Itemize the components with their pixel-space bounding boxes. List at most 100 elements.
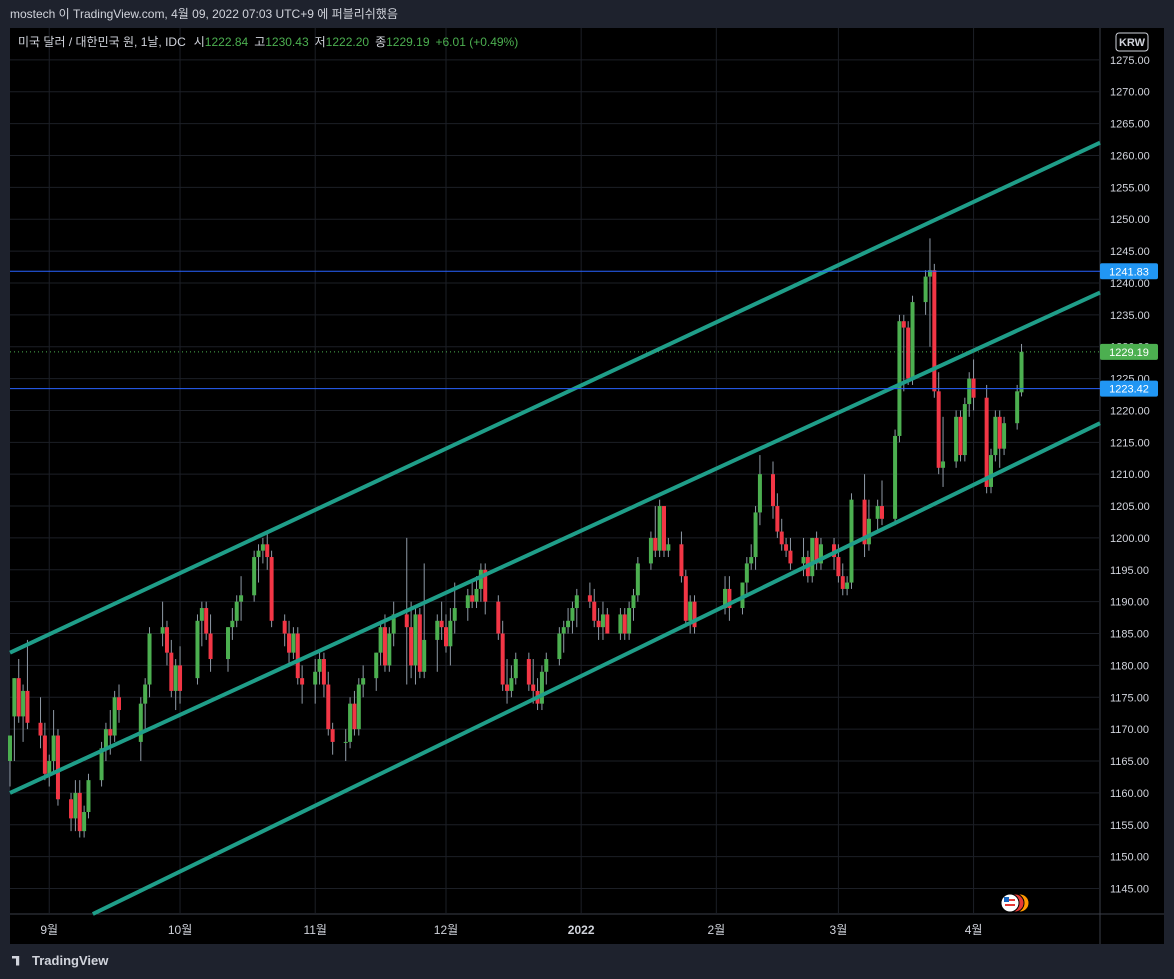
y-tick-label: 1205.00: [1110, 501, 1150, 513]
candle-up: [1002, 423, 1007, 449]
candle-up: [557, 633, 562, 660]
candle-up: [757, 474, 762, 513]
candle-down: [653, 537, 658, 551]
x-tick-label: 11월: [303, 923, 327, 937]
x-tick-label: 9월: [40, 923, 58, 937]
candle-up: [435, 620, 440, 640]
candle-up: [252, 557, 257, 596]
flag-icon[interactable]: [1000, 893, 1030, 913]
candle-up: [993, 416, 998, 456]
chart-area[interactable]: 1145.00 1150.00 1155.00 1160.00 1165.00 1170.…: [0, 28, 1174, 944]
legend-close-label: 종: [375, 35, 386, 49]
currency-badge[interactable]: KRW: [1115, 32, 1149, 52]
last-price-text: 1229.19: [1109, 347, 1149, 359]
candle-up: [810, 537, 815, 577]
candle-down: [984, 397, 989, 487]
candle-up: [570, 608, 575, 621]
legend-open-value: 1222.84: [205, 35, 249, 49]
y-tick-label: 1150.00: [1110, 852, 1149, 864]
price-label-text: 1223.42: [1109, 384, 1149, 396]
candle-up: [256, 550, 261, 558]
y-tick-label: 1145.00: [1110, 884, 1149, 896]
tradingview-logo[interactable]: TradingView: [12, 953, 108, 968]
candle-up: [513, 659, 518, 679]
candle-up: [910, 302, 915, 379]
candle-down: [439, 620, 444, 628]
y-tick-label: 1245.00: [1110, 246, 1150, 258]
candle-up: [112, 697, 117, 736]
y-tick-label: 1250.00: [1110, 214, 1150, 226]
candle-down: [496, 601, 501, 634]
candle-up: [234, 601, 239, 621]
candle-up: [962, 404, 967, 456]
candle-up: [452, 608, 457, 621]
x-tick-label: 2022: [568, 923, 595, 937]
candle-up: [138, 703, 143, 742]
candle-down: [971, 378, 976, 398]
candle-down: [592, 601, 597, 621]
candle-down: [683, 576, 688, 621]
top-bar: mostech 이 TradingView.com, 4월 09, 2022 0…: [0, 0, 1174, 28]
candle-up: [348, 703, 353, 742]
candle-up: [474, 588, 479, 602]
candle-down: [321, 659, 326, 685]
candle-up: [509, 678, 514, 691]
tradingview-logo-icon: [12, 955, 20, 966]
currency-badge-label: KRW: [1119, 37, 1146, 49]
candle-up: [378, 627, 383, 653]
candle-up: [317, 659, 322, 672]
candle-up: [967, 378, 972, 405]
candle-up: [260, 544, 265, 551]
legend-change: +6.01 (+0.49%): [436, 35, 519, 49]
candle-down: [784, 544, 789, 551]
legend-high-value: 1230.43: [265, 35, 309, 49]
candle-down: [25, 690, 30, 723]
candle-up: [448, 620, 453, 647]
candle-up: [199, 608, 204, 621]
candle-up: [291, 633, 296, 653]
candle-down: [526, 659, 531, 685]
candle-up: [413, 614, 418, 666]
price-chart[interactable]: 1145.00 1150.00 1155.00 1160.00 1165.00 1170.…: [0, 28, 1174, 944]
candle-up: [627, 608, 632, 634]
y-tick-label: 1265.00: [1110, 119, 1150, 131]
candle-down: [587, 595, 592, 602]
candle-up: [51, 735, 56, 762]
y-tick-label: 1170.00: [1110, 724, 1149, 736]
y-tick-label: 1190.00: [1110, 597, 1149, 609]
candle-up: [635, 563, 640, 596]
candle-up: [73, 792, 78, 819]
candle-up: [801, 557, 806, 564]
y-tick-label: 1240.00: [1110, 278, 1150, 290]
y-tick-label: 1260.00: [1110, 150, 1150, 162]
tradingview-brand: TradingView: [32, 953, 109, 968]
plot-background: [10, 28, 1100, 914]
candle-down: [997, 416, 1002, 449]
candle-down: [531, 684, 536, 691]
legend-low-label: 저: [315, 35, 326, 49]
candle-up: [195, 620, 200, 679]
candle-up: [230, 620, 235, 628]
candle-up: [465, 595, 470, 609]
y-tick-label: 1180.00: [1110, 660, 1149, 672]
x-tick-label: 10월: [168, 923, 192, 937]
candle-down: [906, 327, 911, 379]
candle-down: [117, 697, 121, 711]
candle-up: [849, 499, 854, 583]
candle-up: [875, 506, 880, 519]
candle-up: [600, 614, 605, 628]
y-tick-label: 1255.00: [1110, 182, 1150, 194]
candle-up: [539, 671, 544, 704]
legend-close-value: 1229.19: [386, 35, 430, 49]
candle-up: [749, 557, 754, 564]
y-tick-label: 1235.00: [1110, 310, 1150, 322]
candle-down: [42, 735, 47, 774]
publish-info: mostech 이 TradingView.com, 4월 09, 2022 0…: [10, 7, 398, 21]
candle-down: [265, 544, 270, 558]
x-tick-label: 4월: [965, 923, 983, 937]
x-tick-label: 3월: [830, 923, 848, 937]
candle-up: [361, 678, 366, 685]
candle-up: [666, 544, 671, 551]
candle-down: [880, 506, 884, 519]
candle-down: [164, 627, 169, 653]
